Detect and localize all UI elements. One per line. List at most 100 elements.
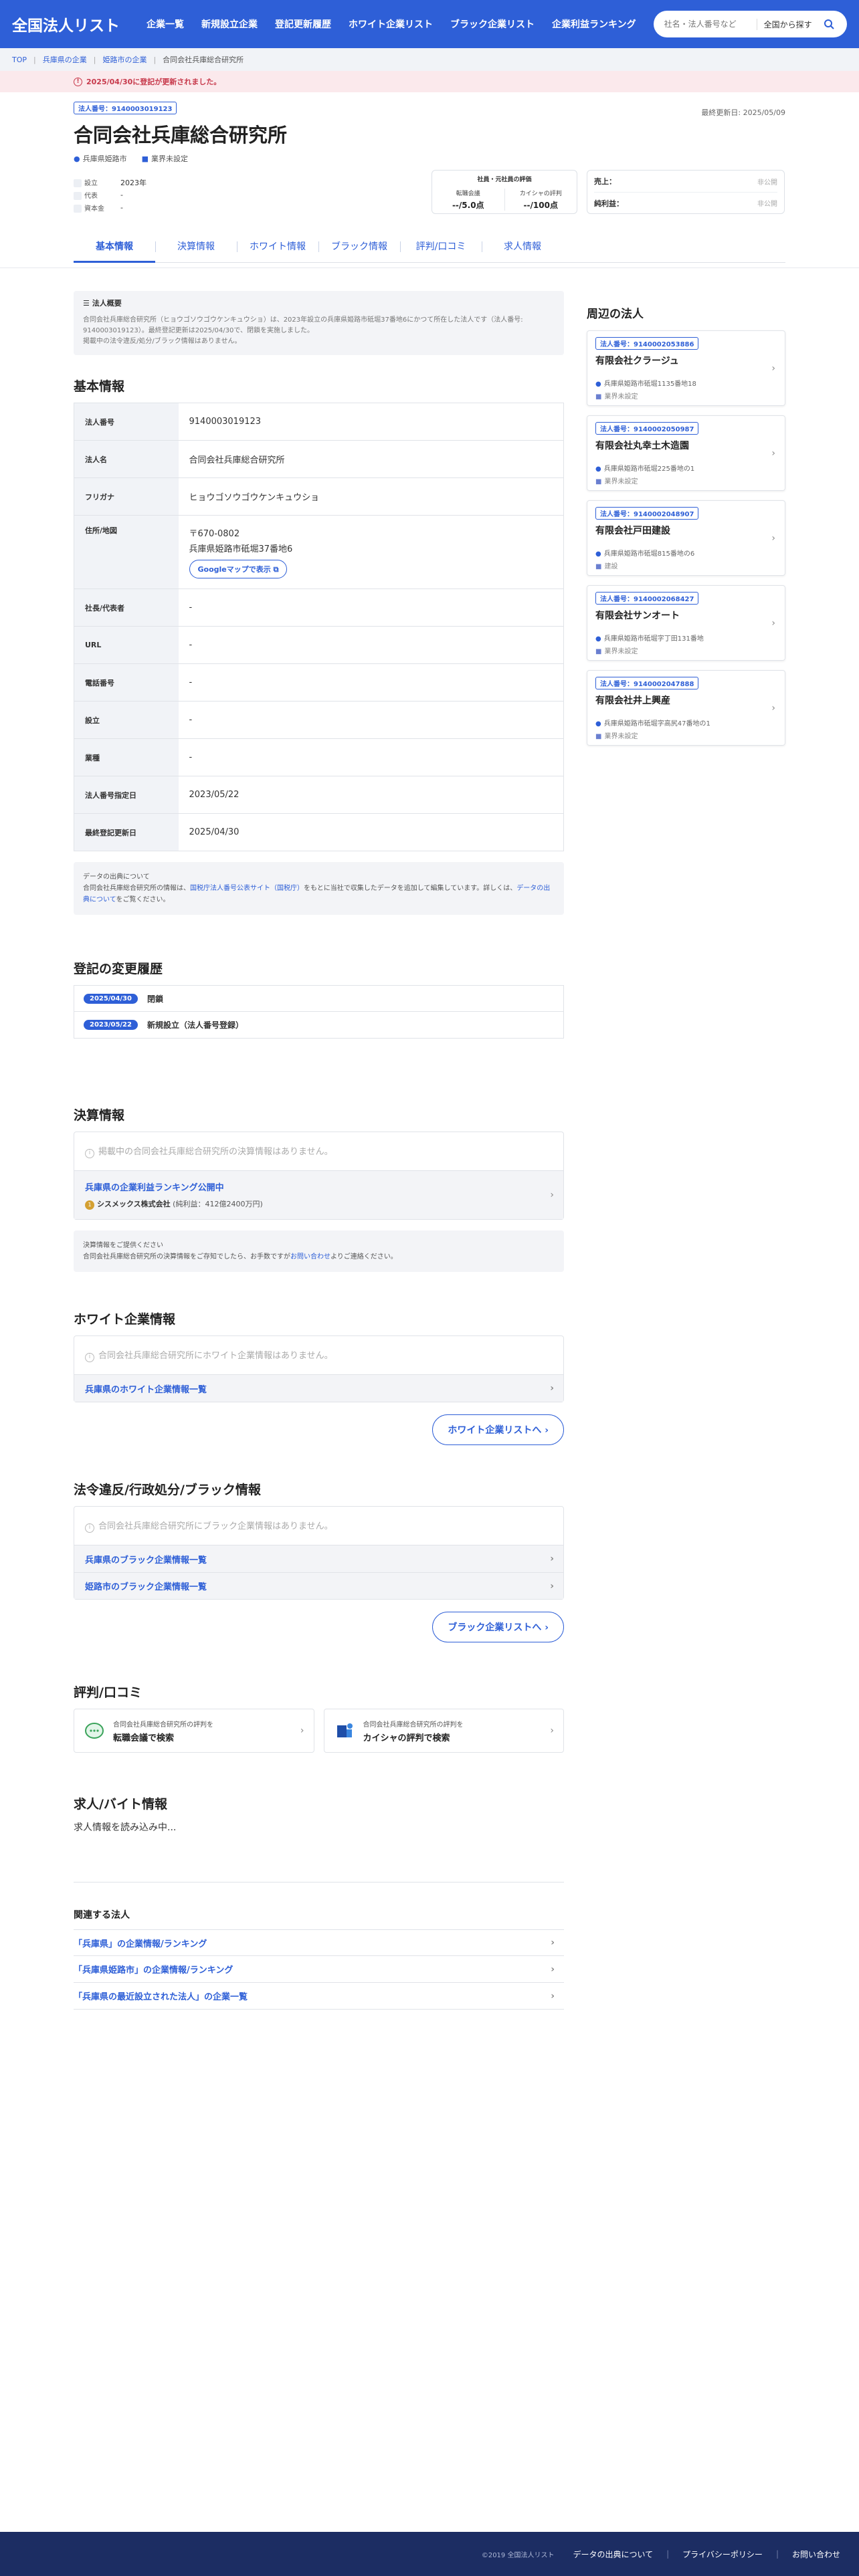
google-map-button[interactable]: Googleマップで表示 ⧉ <box>189 559 288 578</box>
profit-ranking-link[interactable]: 兵庫県の企業利益ランキング公開中 1 シスメックス株式会社 (純利益：412億24… <box>74 1171 563 1219</box>
table-row: 業種 - <box>74 738 564 776</box>
medal-icon: 1 <box>85 1200 94 1210</box>
sidebar-nearby: 周辺の法人 法人番号：9140002053886 有限会社クラージュ ● 兵庫県姫… <box>587 304 785 755</box>
source-text-b: をもとに当社で収集したデータを追加して編集しています。詳しくは、 <box>304 885 517 892</box>
related-item-city[interactable]: 「兵庫県姫路市」の企業情報/ランキング › <box>74 1956 564 1983</box>
chevron-right-icon: › <box>551 1990 555 2002</box>
rating-tenshoku[interactable]: 転職会議 --/5.0点 <box>432 189 504 211</box>
breadcrumb-top[interactable]: TOP <box>12 56 27 64</box>
rating-columns: 転職会議 --/5.0点 カイシャの評判 --/100点 <box>432 189 577 211</box>
tab-black[interactable]: ブラック情報 <box>318 231 400 263</box>
black-city-link[interactable]: 姫路市のブラック企業情報一覧 › <box>74 1572 563 1599</box>
nav-company-list[interactable]: 企業一覧 <box>147 17 184 31</box>
nav-profit-ranking[interactable]: 企業利益ランキング <box>552 17 636 31</box>
search-input[interactable] <box>664 19 757 29</box>
breadcrumb-current: 合同会社兵庫総合研究所 <box>163 56 244 64</box>
industry-text: 業界未設定 <box>604 648 638 655</box>
calendar-icon <box>74 179 82 187</box>
black-empty: i 合同会社兵庫総合研究所にブラック企業情報はありません。 <box>74 1507 563 1545</box>
contact-link[interactable]: お問い合わせ <box>290 1253 330 1261</box>
prop-founded: 設立 2023年 <box>74 176 147 189</box>
tab-basic[interactable]: 基本情報 <box>74 231 155 263</box>
yen-icon <box>74 205 82 213</box>
footer-data-source-link[interactable]: データの出典について <box>573 2549 653 2560</box>
corp-number-badge: 法人番号：9140002047888 <box>595 677 699 689</box>
address-text: 兵庫県姫路市砥堀字丁田131番地 <box>603 635 704 643</box>
nearby-heading: 周辺の法人 <box>587 308 644 321</box>
row-value: 合同会社兵庫総合研究所 <box>178 440 564 478</box>
rank-company: シスメックス株式会社 <box>97 1200 171 1208</box>
white-box: i 合同会社兵庫総合研究所にホワイト企業情報はありません。 兵庫県のホワイト企業情… <box>74 1335 564 1402</box>
table-row: フリガナ ヒョウゴソウゴウケンキュウショ <box>74 477 564 516</box>
tab-review[interactable]: 評判/口コミ <box>400 231 482 263</box>
nav-white-list[interactable]: ホワイト企業リスト <box>349 17 433 31</box>
fin-value: 非公開 <box>757 179 777 187</box>
prop-value: - <box>120 191 123 199</box>
nav-registry-updates[interactable]: 登記更新履歴 <box>275 17 331 31</box>
breadcrumb-prefecture[interactable]: 兵庫県の企業 <box>43 54 87 65</box>
site-logo[interactable]: 全国法人リスト <box>12 13 120 35</box>
black-button-row: ブラック企業リストへ › <box>74 1612 564 1642</box>
white-empty: i 合同会社兵庫総合研究所にホワイト企業情報はありません。 <box>74 1336 563 1375</box>
nearby-address: ● 兵庫県姫路市砥堀字高尻47番地の1 <box>595 718 777 728</box>
row-label: 法人番号 <box>74 403 179 441</box>
white-list-button[interactable]: ホワイト企業リストへ › <box>432 1414 564 1445</box>
industry-text: 建設 <box>604 563 618 570</box>
row-value: - <box>178 701 564 739</box>
chat-bubble-icon <box>85 1723 104 1739</box>
registry-history: 2025/04/30 閉鎖 2023/05/22 新規設立（法人番号登録） <box>74 985 564 1039</box>
search-scope-select[interactable]: 全国から探す <box>756 18 819 30</box>
rating-kaisha[interactable]: カイシャの評判 --/100点 <box>504 189 577 211</box>
tenshoku-search-card[interactable]: 合同会社兵庫総合研究所の評判を 転職会議で検索 › <box>74 1709 314 1753</box>
prop-rep: 代表 - <box>74 189 147 201</box>
breadcrumb-separator: | <box>153 55 157 64</box>
note-title: 決算情報をご提供ください <box>83 1242 163 1249</box>
prop-value: 2023年 <box>120 178 147 187</box>
footer-privacy-link[interactable]: プライバシーポリシー <box>682 2549 763 2560</box>
tab-jobs[interactable]: 求人情報 <box>482 231 563 263</box>
corp-number-badge: 法人番号：9140002048907 <box>595 507 699 520</box>
footer-contact-link[interactable]: お問い合わせ <box>792 2549 840 2560</box>
basic-info-table: 法人番号 9140003019123 法人名 合同会社兵庫総合研究所 フリガナ ヒョウ… <box>74 403 564 851</box>
nearby-company-card[interactable]: 法人番号：9140002053886 有限会社クラージュ ● 兵庫県姫路市砥堀11… <box>587 330 785 406</box>
nearby-company-card[interactable]: 法人番号：9140002048907 有限会社戸田建設 ● 兵庫県姫路市砥堀815… <box>587 500 785 576</box>
black-list-button[interactable]: ブラック企業リストへ › <box>432 1612 564 1642</box>
black-pref-link[interactable]: 兵庫県のブラック企業情報一覧 › <box>74 1545 563 1572</box>
row-value: - <box>178 588 564 627</box>
source-text: 合同会社兵庫総合研究所の情報は、国税庁法人番号公表サイト（国税庁）をもとに当社で… <box>83 883 555 905</box>
building-icon: ■ <box>595 393 602 401</box>
source-text-c: をご覧ください。 <box>116 896 170 903</box>
corp-number-badge: 法人番号：9140002050987 <box>595 422 699 435</box>
settlement-box: i 掲載中の合同会社兵庫総合研究所の決算情報はありません。 兵庫県の企業利益ランキ… <box>74 1132 564 1220</box>
search-icon[interactable] <box>819 14 839 34</box>
white-list-link[interactable]: 兵庫県のホワイト企業情報一覧 › <box>74 1375 563 1402</box>
copyright: ©2019 全国法人リスト <box>481 2551 555 2559</box>
table-row: 法人名 合同会社兵庫総合研究所 <box>74 440 564 478</box>
nta-site-link[interactable]: 国税庁法人番号公表サイト（国税庁） <box>190 885 304 892</box>
tab-settlement[interactable]: 決算情報 <box>155 231 237 263</box>
nearby-company-card[interactable]: 法人番号：9140002068427 有限会社サンオート ● 兵庫県姫路市砥堀字丁… <box>587 585 785 661</box>
rating-value: --/5.0点 <box>452 201 484 210</box>
person-icon <box>74 192 82 200</box>
map-pin-icon: ● <box>595 635 601 643</box>
breadcrumb-city[interactable]: 姫路市の企業 <box>102 54 147 65</box>
industry-text: 業界未設定 <box>604 733 638 740</box>
related-item-new[interactable]: 「兵庫県の最近設立された法人」の企業一覧 › <box>74 1983 564 2010</box>
nav-new-companies[interactable]: 新規設立企業 <box>201 17 258 31</box>
prop-label-text: 資本金 <box>84 205 104 213</box>
history-date: 2025/04/30 <box>84 993 138 1004</box>
kaisha-search-card[interactable]: 合同会社兵庫総合研究所の評判を カイシャの評判で検索 › <box>323 1709 564 1753</box>
prop-label: 資本金 <box>74 203 120 213</box>
tab-white[interactable]: ホワイト情報 <box>237 231 318 263</box>
corp-number-badge: 法人番号：9140002068427 <box>595 592 699 605</box>
nearby-company-card[interactable]: 法人番号：9140002047888 有限会社井上興産 ● 兵庫県姫路市砥堀字高尻… <box>587 670 785 746</box>
history-item: 2025/04/30 閉鎖 <box>74 985 564 1012</box>
settlement-request: 決算情報をご提供ください 合同会社兵庫総合研究所の決算情報をご存知でしたら、お手… <box>74 1230 564 1272</box>
fin-value: 非公開 <box>757 201 777 208</box>
nav-black-list[interactable]: ブラック企業リスト <box>450 17 535 31</box>
related-item-prefecture[interactable]: 「兵庫県」の企業情報/ランキング › <box>74 1929 564 1956</box>
finance-sales: 売上： 非公開 <box>594 171 777 192</box>
history-label: 閉鎖 <box>147 994 163 1004</box>
nearby-address: ● 兵庫県姫路市砥堀字丁田131番地 <box>595 633 777 643</box>
nearby-company-card[interactable]: 法人番号：9140002050987 有限会社丸幸土木造園 ● 兵庫県姫路市砥堀2… <box>587 415 785 491</box>
